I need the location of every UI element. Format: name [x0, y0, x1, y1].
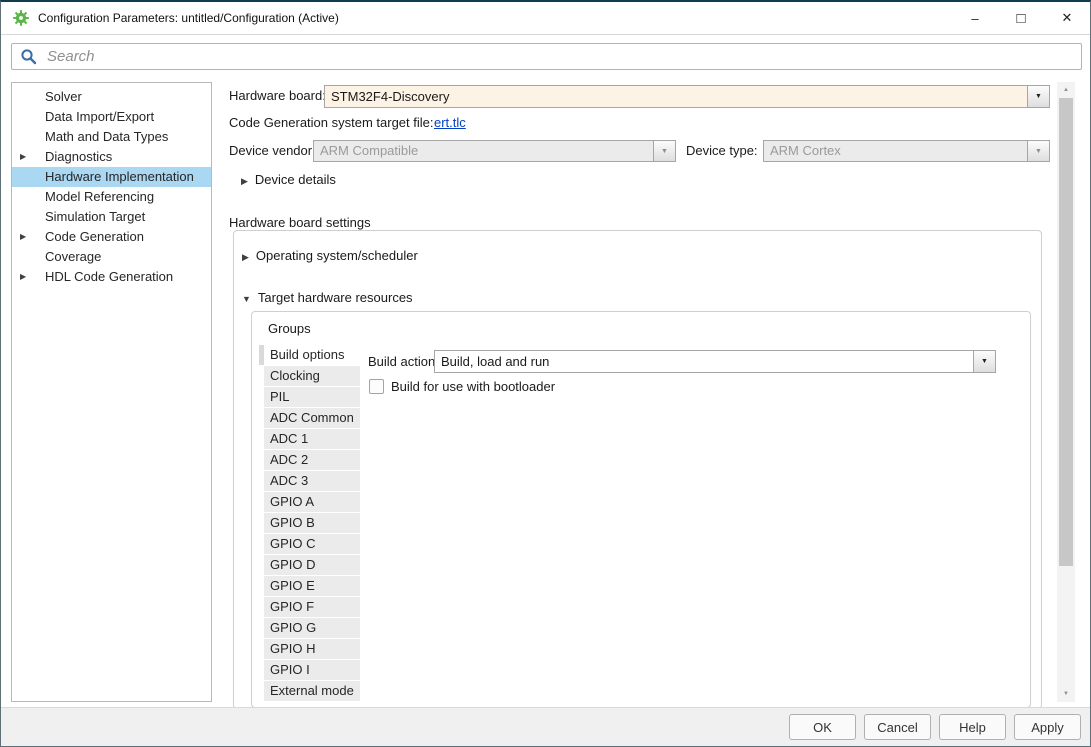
- bootloader-option: Build for use with bootloader: [369, 379, 555, 394]
- configuration-parameters-dialog: Configuration Parameters: untitled/Confi…: [0, 0, 1091, 747]
- group-item-gpio-i[interactable]: GPIO I: [264, 660, 360, 680]
- os-scheduler-label: Operating system/scheduler: [256, 248, 418, 263]
- device-type-label: Device type:: [686, 143, 758, 158]
- hardware-board-select[interactable]: STM32F4-Discovery ▼: [324, 85, 1050, 108]
- window-controls: – □ ✕: [952, 2, 1090, 34]
- dialog-footer: OK Cancel Help Apply: [1, 707, 1090, 746]
- chevron-down-icon[interactable]: ▼: [1027, 86, 1049, 107]
- group-item-gpio-h[interactable]: GPIO H: [264, 639, 360, 659]
- chevron-right-icon[interactable]: ▶: [20, 147, 26, 167]
- sidebar-item-label: HDL Code Generation: [45, 269, 173, 284]
- sidebar-item-label: Simulation Target: [45, 209, 145, 224]
- group-item-external-mode[interactable]: External mode: [264, 681, 360, 701]
- ok-button[interactable]: OK: [789, 714, 856, 740]
- os-scheduler-toggle[interactable]: ▶ Operating system/scheduler: [242, 248, 418, 263]
- chevron-down-icon[interactable]: ▼: [973, 351, 995, 372]
- chevron-down-icon[interactable]: ▼: [242, 294, 251, 304]
- chevron-right-icon[interactable]: ▶: [20, 267, 26, 287]
- bootloader-checkbox[interactable]: [369, 379, 384, 394]
- sidebar-item-label: Diagnostics: [45, 149, 112, 164]
- bootloader-label: Build for use with bootloader: [391, 379, 555, 394]
- maximize-button[interactable]: □: [998, 2, 1044, 34]
- cancel-button[interactable]: Cancel: [864, 714, 931, 740]
- group-item-adc-common[interactable]: ADC Common: [264, 408, 360, 428]
- sidebar-item-label: Math and Data Types: [45, 129, 168, 144]
- sidebar-item-label: Model Referencing: [45, 189, 154, 204]
- device-details-label: Device details: [255, 172, 336, 187]
- search-input[interactable]: [45, 47, 1073, 66]
- device-type-value: ARM Cortex: [764, 141, 1027, 161]
- group-item-gpio-g[interactable]: GPIO G: [264, 618, 360, 638]
- sidebar-item-label: Code Generation: [45, 229, 144, 244]
- target-resources-panel: Groups Build options Clocking PIL ADC Co…: [251, 311, 1031, 708]
- minimize-button[interactable]: –: [952, 2, 998, 34]
- scrollbar-thumb[interactable]: [1059, 98, 1073, 566]
- group-item-adc-3[interactable]: ADC 3: [264, 471, 360, 491]
- build-action-select[interactable]: Build, load and run ▼: [434, 350, 996, 373]
- target-resources-toggle[interactable]: ▼ Target hardware resources: [242, 290, 413, 305]
- chevron-down-icon: ▼: [653, 141, 675, 161]
- sidebar-item-code-generation[interactable]: ▶ Code Generation: [12, 227, 211, 247]
- category-tree: Solver Data Import/Export Math and Data …: [11, 82, 212, 702]
- group-item-gpio-c[interactable]: GPIO C: [264, 534, 360, 554]
- sidebar-item-math-and-data-types[interactable]: Math and Data Types: [12, 127, 211, 147]
- scroll-down-icon[interactable]: ▼: [1057, 687, 1075, 701]
- group-item-clocking[interactable]: Clocking: [264, 366, 360, 386]
- chevron-right-icon[interactable]: ▶: [20, 227, 26, 247]
- target-file-label: Code Generation system target file:: [229, 115, 434, 130]
- sidebar-item-hdl-code-generation[interactable]: ▶ HDL Code Generation: [12, 267, 211, 287]
- apply-button[interactable]: Apply: [1014, 714, 1081, 740]
- sidebar-item-coverage[interactable]: Coverage: [12, 247, 211, 267]
- window-title: Configuration Parameters: untitled/Confi…: [38, 11, 339, 25]
- title-bar: Configuration Parameters: untitled/Confi…: [1, 2, 1090, 35]
- group-item-gpio-a[interactable]: GPIO A: [264, 492, 360, 512]
- sidebar-item-simulation-target[interactable]: Simulation Target: [12, 207, 211, 227]
- chevron-right-icon[interactable]: ▶: [242, 252, 249, 262]
- device-type-select: ARM Cortex ▼: [763, 140, 1050, 162]
- search-icon: [20, 48, 37, 65]
- close-button[interactable]: ✕: [1044, 2, 1090, 34]
- group-item-pil[interactable]: PIL: [264, 387, 360, 407]
- device-vendor-select: ARM Compatible ▼: [313, 140, 676, 162]
- device-vendor-value: ARM Compatible: [314, 141, 653, 161]
- group-item-adc-2[interactable]: ADC 2: [264, 450, 360, 470]
- group-item-adc-1[interactable]: ADC 1: [264, 429, 360, 449]
- hardware-board-label: Hardware board:: [229, 88, 326, 103]
- group-item-gpio-f[interactable]: GPIO F: [264, 597, 360, 617]
- group-item-gpio-b[interactable]: GPIO B: [264, 513, 360, 533]
- board-settings-title: Hardware board settings: [229, 215, 371, 230]
- groups-title: Groups: [268, 321, 311, 336]
- vertical-scrollbar[interactable]: ▲ ▼: [1057, 82, 1075, 702]
- sidebar-item-label: Solver: [45, 89, 82, 104]
- search-bar[interactable]: [11, 43, 1082, 70]
- chevron-down-icon: ▼: [1027, 141, 1049, 161]
- help-button[interactable]: Help: [939, 714, 1006, 740]
- group-item-build-options[interactable]: Build options: [264, 345, 360, 365]
- target-resources-label: Target hardware resources: [258, 290, 413, 305]
- board-settings-panel: ▶ Operating system/scheduler ▼ Target hard…: [233, 230, 1042, 709]
- group-item-gpio-d[interactable]: GPIO D: [264, 555, 360, 575]
- scroll-up-icon[interactable]: ▲: [1057, 83, 1075, 97]
- hardware-board-value: STM32F4-Discovery: [325, 86, 1027, 107]
- sidebar-item-solver[interactable]: Solver: [12, 87, 211, 107]
- sidebar-item-diagnostics[interactable]: ▶ Diagnostics: [12, 147, 211, 167]
- sidebar-item-label: Data Import/Export: [45, 109, 154, 124]
- build-action-label: Build action:: [368, 354, 439, 369]
- group-item-gpio-e[interactable]: GPIO E: [264, 576, 360, 596]
- sidebar-item-model-referencing[interactable]: Model Referencing: [12, 187, 211, 207]
- sidebar-item-hardware-implementation[interactable]: Hardware Implementation: [12, 167, 211, 187]
- chevron-right-icon[interactable]: ▶: [241, 176, 248, 186]
- device-details-toggle[interactable]: ▶ Device details: [241, 172, 336, 187]
- device-vendor-label: Device vendor:: [229, 143, 316, 158]
- sidebar-item-data-import-export[interactable]: Data Import/Export: [12, 107, 211, 127]
- ert-tlc-link[interactable]: ert.tlc: [434, 115, 466, 130]
- sidebar-item-label: Hardware Implementation: [45, 169, 194, 184]
- build-action-value: Build, load and run: [435, 351, 973, 372]
- groups-list: Build options Clocking PIL ADC Common AD…: [264, 345, 360, 702]
- sidebar-item-label: Coverage: [45, 249, 101, 264]
- gear-icon: [13, 10, 29, 26]
